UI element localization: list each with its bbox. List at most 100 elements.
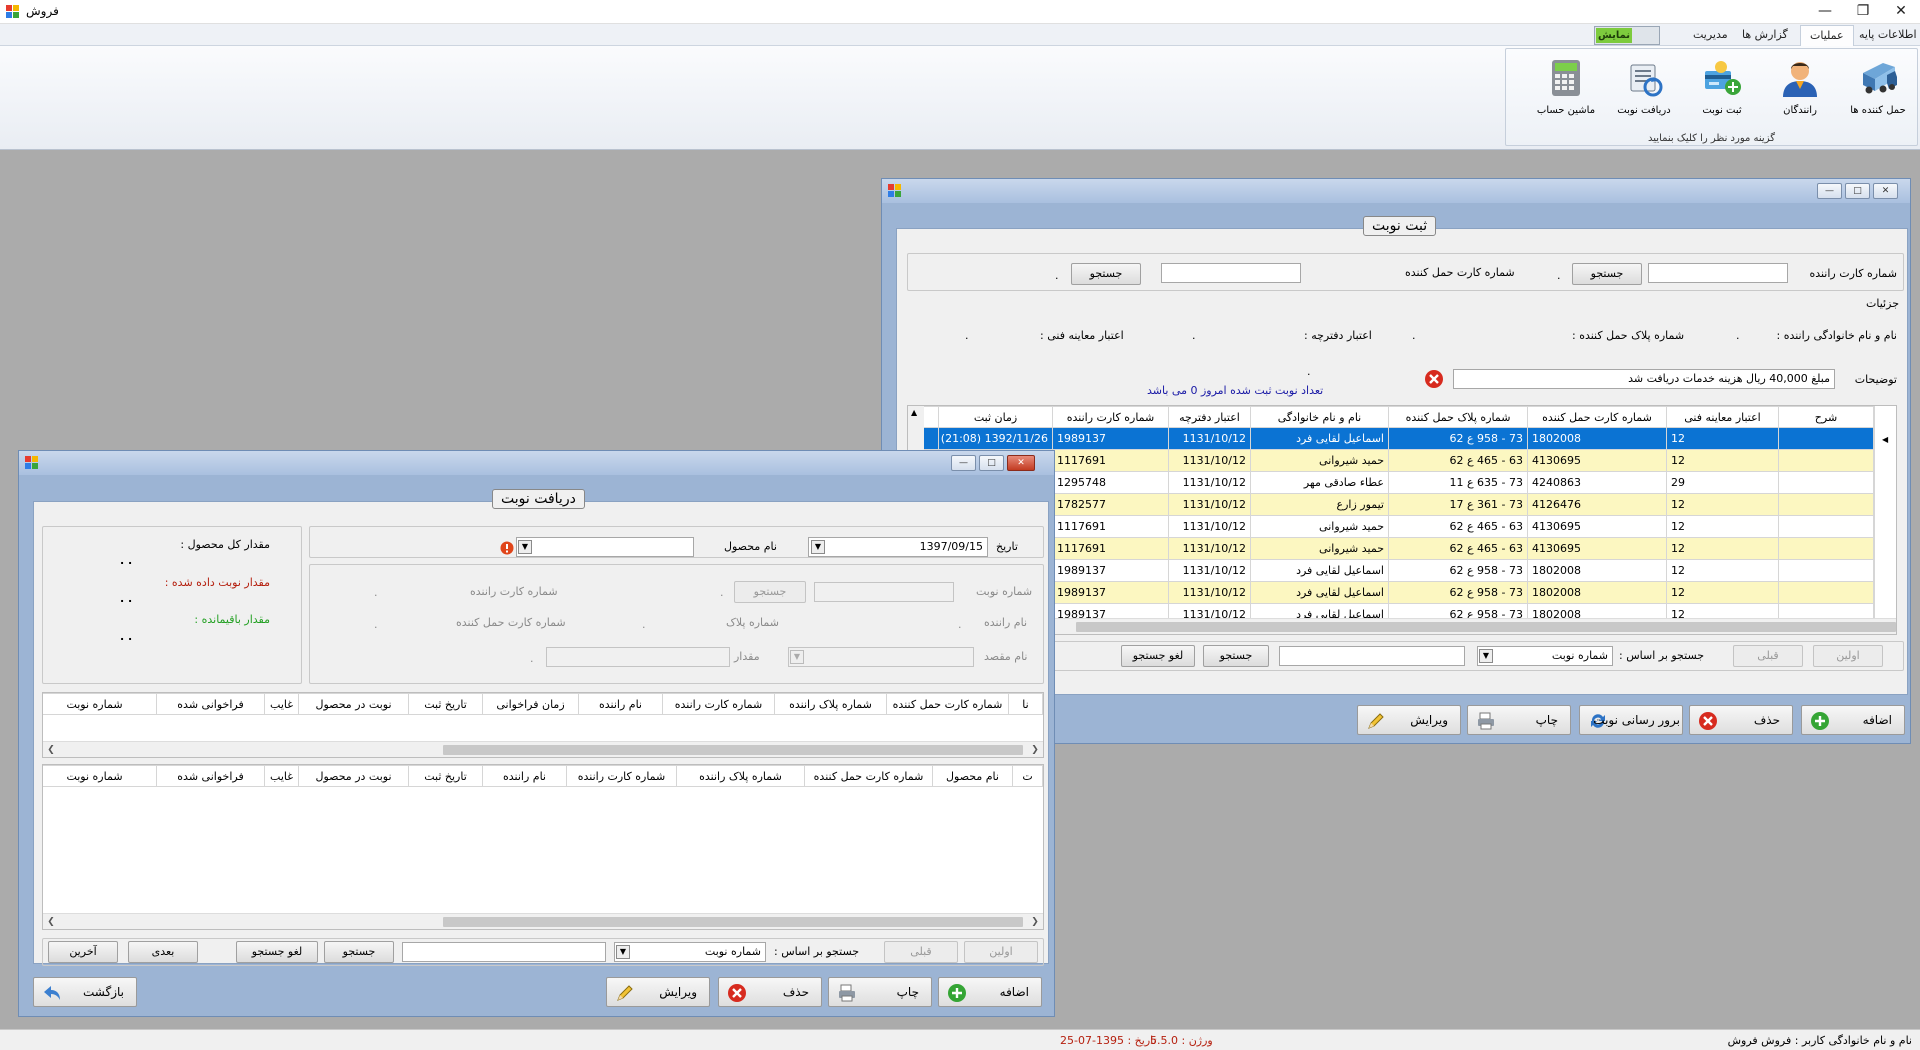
print-button[interactable]: چاپ: [1467, 705, 1571, 735]
turns-hscroll-thumb[interactable]: [443, 917, 1023, 927]
receive-turn-button[interactable]: دریافت نوبت: [1605, 53, 1683, 125]
driver-card-input[interactable]: [1648, 263, 1788, 283]
update-turn-button[interactable]: برور رسانی نوبت: [1579, 705, 1683, 735]
cancel-search-button[interactable]: لغو جستجو: [1121, 645, 1195, 667]
edit-button[interactable]: ویرایش: [1357, 705, 1461, 735]
driver-search-button[interactable]: جستجو: [1572, 263, 1642, 285]
col-driver-plate[interactable]: شماره پلاک راننده: [774, 693, 887, 715]
turn-grid-hscroll[interactable]: [908, 618, 1896, 634]
window-minimize-button[interactable]: —: [1817, 183, 1842, 199]
col-called[interactable]: فراخوانی شده: [156, 693, 265, 715]
col-carrier-card[interactable]: شماره کارت حمل کننده: [804, 765, 933, 787]
print-button[interactable]: چاپ: [828, 977, 932, 1007]
first-record-button[interactable]: اولین: [1813, 645, 1883, 667]
destination-select[interactable]: [788, 647, 974, 667]
scroll-right-icon[interactable]: ❯: [1028, 915, 1042, 929]
product-dropdown-icon[interactable]: ▼: [518, 540, 532, 554]
minimize-button[interactable]: —: [1806, 0, 1844, 22]
delete-button[interactable]: حذف: [1689, 705, 1793, 735]
grid-search-button[interactable]: جستجو: [324, 941, 394, 963]
search-field-dropdown-icon[interactable]: ▼: [616, 945, 630, 959]
col-reg-date[interactable]: تاریخ ثبت: [408, 693, 483, 715]
window-maximize-button[interactable]: □: [1845, 183, 1870, 199]
search-field-dropdown-icon[interactable]: ▼: [1479, 649, 1493, 663]
clear-description-icon[interactable]: [1424, 369, 1444, 389]
table-row[interactable]: 468711392/11/26 (21:08)19891371131/10/12…: [908, 427, 1874, 450]
search-field-select[interactable]: شماره نوبت: [1477, 646, 1613, 666]
col-tech-validity[interactable]: اعتبار معاینه فنی: [1666, 406, 1779, 428]
last-record-button[interactable]: آخرین: [48, 941, 118, 963]
col-turn-no[interactable]: شماره نوبت: [43, 693, 157, 715]
search-text-input[interactable]: [402, 942, 606, 962]
add-button[interactable]: اضافه: [1801, 705, 1905, 735]
restore-button[interactable]: ❐: [1844, 0, 1882, 22]
window-minimize-button[interactable]: —: [951, 455, 976, 471]
scroll-left-icon[interactable]: ❮: [44, 915, 58, 929]
date-dropdown-icon[interactable]: ▼: [811, 540, 825, 554]
description-input[interactable]: مبلغ 40,000 ریال هزینه خدمات دریافت شد: [1453, 369, 1835, 389]
col-product-name[interactable]: نام محصول: [932, 765, 1013, 787]
col-truncated[interactable]: ت: [1012, 765, 1043, 787]
col-carrier-card[interactable]: شماره کارت حمل کننده: [886, 693, 1009, 715]
first-record-button[interactable]: اولین: [964, 941, 1038, 963]
tab-operations[interactable]: عملیات: [1800, 25, 1854, 46]
cancel-search-button[interactable]: لغو جستجو: [236, 941, 318, 963]
col-turn-no[interactable]: شماره نوبت: [43, 765, 157, 787]
col-carrier-card[interactable]: شماره کارت حمل کننده: [1527, 406, 1667, 428]
prev-record-button[interactable]: قبلی: [1733, 645, 1803, 667]
col-called[interactable]: فراخوانی شده: [156, 765, 265, 787]
col-driver-name[interactable]: نام راننده: [578, 693, 663, 715]
add-button[interactable]: اضافه: [938, 977, 1042, 1007]
edit-button[interactable]: ویرایش: [606, 977, 710, 1007]
calculator-button[interactable]: ماشین حساب: [1527, 53, 1605, 125]
col-reg-date[interactable]: تاریخ ثبت: [408, 765, 483, 787]
drivers-button[interactable]: رانندگان: [1761, 53, 1839, 125]
window-close-button[interactable]: ✕: [1873, 183, 1898, 199]
tab-management[interactable]: مدیریت: [1684, 25, 1737, 46]
col-turn-in-product[interactable]: نوبت در محصول: [298, 765, 409, 787]
col-driver-card[interactable]: شماره کارت راننده: [662, 693, 775, 715]
col-reg-time[interactable]: زمان ثبت: [938, 406, 1053, 428]
col-description[interactable]: شرح: [1778, 406, 1874, 428]
amount-input[interactable]: [546, 647, 730, 667]
called-turns-hscroll[interactable]: ❮ ❯: [43, 741, 1043, 757]
turn-no-input[interactable]: [814, 582, 954, 602]
col-absent[interactable]: غایب: [264, 693, 299, 715]
window-close-button[interactable]: ✕: [1007, 455, 1035, 471]
col-driver-name[interactable]: نام راننده: [482, 765, 567, 787]
col-driver-card[interactable]: شماره کارت راننده: [1052, 406, 1169, 428]
col-absent[interactable]: غایب: [264, 765, 299, 787]
carrier-search-button[interactable]: جستجو: [1071, 263, 1141, 285]
col-booklet-validity[interactable]: اعتبار دفترچه: [1168, 406, 1251, 428]
scroll-left-icon[interactable]: ❮: [44, 743, 58, 757]
close-button[interactable]: ✕: [1882, 0, 1920, 22]
window-maximize-button[interactable]: □: [979, 455, 1004, 471]
col-full-name[interactable]: نام و نام خانوادگی: [1250, 406, 1389, 428]
receive-turn-window-titlebar[interactable]: — □ ✕: [19, 451, 1054, 475]
search-text-input[interactable]: [1279, 646, 1465, 666]
scroll-up-icon[interactable]: ▲: [911, 408, 917, 417]
col-call-time[interactable]: زمان فراخوانی: [482, 693, 579, 715]
tab-reports[interactable]: گزارش ها: [1733, 25, 1797, 46]
carriers-button[interactable]: حمل کننده ها: [1839, 53, 1917, 125]
scroll-right-icon[interactable]: ❯: [1028, 743, 1042, 757]
delete-button[interactable]: حذف: [718, 977, 822, 1007]
back-button[interactable]: بازگشت: [33, 977, 137, 1007]
called-turns-hscroll-thumb[interactable]: [443, 745, 1023, 755]
col-driver-card[interactable]: شماره کارت راننده: [566, 765, 677, 787]
grid-search-button[interactable]: جستجو: [1203, 645, 1269, 667]
destination-dropdown-icon[interactable]: ▼: [790, 650, 804, 664]
tab-basic-info[interactable]: اطلاعات پایه: [1850, 25, 1920, 46]
col-carrier-plate[interactable]: شماره پلاک حمل کننده: [1388, 406, 1528, 428]
carrier-card-input[interactable]: [1161, 263, 1301, 283]
col-turn-in-product[interactable]: نوبت در محصول: [298, 693, 409, 715]
turns-hscroll[interactable]: ❮ ❯: [43, 913, 1043, 929]
col-driver-plate[interactable]: شماره پلاک راننده: [676, 765, 805, 787]
col-truncated[interactable]: نا: [1008, 693, 1043, 715]
product-select[interactable]: [516, 537, 694, 557]
register-turn-button[interactable]: ثبت نوبت: [1683, 53, 1761, 125]
turn-search-button[interactable]: جستجو: [734, 581, 806, 603]
view-toggle[interactable]: نمایش: [1594, 26, 1660, 45]
prev-record-button[interactable]: قبلی: [884, 941, 958, 963]
turn-grid-hscroll-thumb[interactable]: [1076, 622, 1896, 632]
